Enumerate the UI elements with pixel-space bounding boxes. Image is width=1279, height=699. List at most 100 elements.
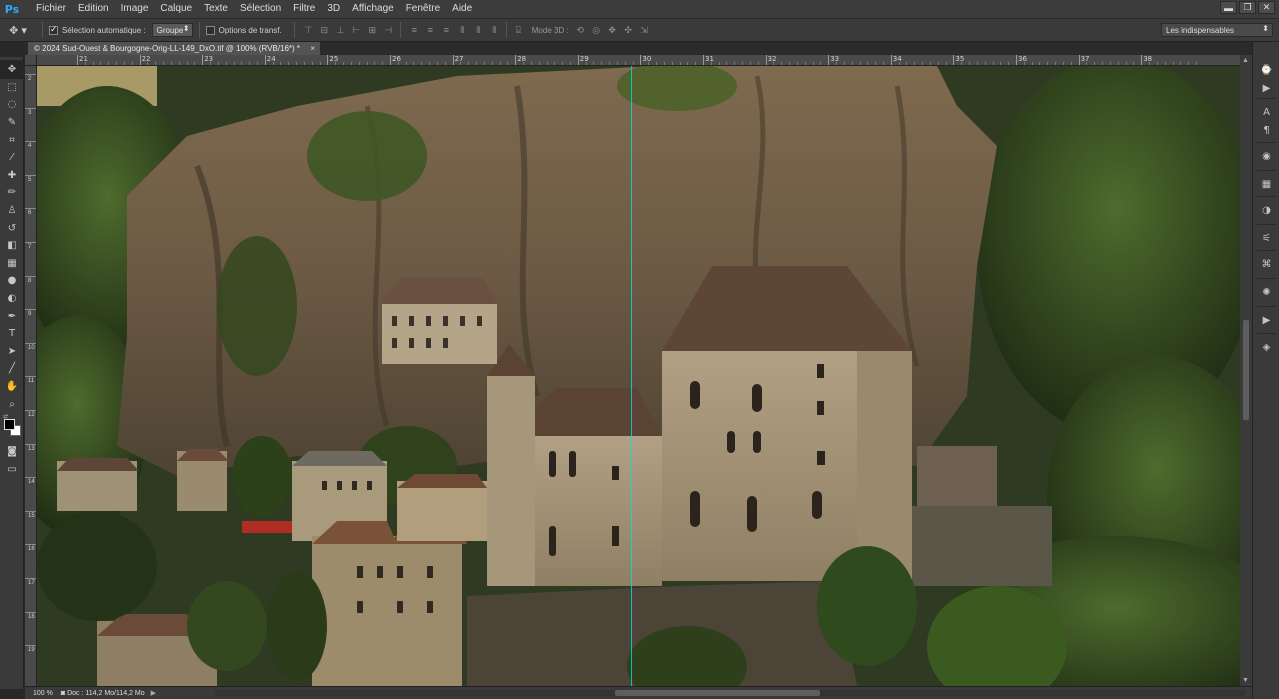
ruler-h-minor-tick	[288, 62, 290, 65]
adjustments-panel-icon[interactable]: ◑	[1258, 202, 1275, 218]
distribute-hcenter-icon[interactable]: ⦀	[473, 25, 484, 36]
vertical-guide[interactable]	[631, 66, 632, 686]
pen-tool-icon[interactable]: ✒	[0, 307, 24, 325]
auto-select-dropdown[interactable]: Groupe	[151, 23, 193, 37]
menu-aide[interactable]: Aide	[446, 0, 478, 18]
paragraph-panel-icon[interactable]: ¶	[1258, 122, 1275, 138]
align-vcenter-icon[interactable]: ⊟	[319, 25, 330, 36]
zoom-level[interactable]: 100 %	[25, 690, 61, 697]
lasso-tool-icon[interactable]: ◌	[0, 96, 24, 114]
ruler-h-minor-tick	[836, 62, 838, 65]
menu-filtre[interactable]: Filtre	[287, 0, 321, 18]
menu-edition[interactable]: Edition	[72, 0, 115, 18]
align-right-icon[interactable]: ⊣	[383, 25, 394, 36]
menu-fichier[interactable]: Fichier	[30, 0, 72, 18]
horizontal-scrollbar[interactable]	[215, 690, 1245, 696]
ruler-v-label: 9	[28, 311, 32, 318]
menu-texte[interactable]: Texte	[198, 0, 234, 18]
ruler-origin[interactable]	[25, 55, 37, 66]
healing-brush-tool-icon[interactable]: ✚	[0, 167, 24, 185]
character-panel-icon[interactable]: A	[1258, 104, 1275, 120]
horizontal-scroll-thumb[interactable]	[615, 690, 820, 696]
align-buttons: ⊤ ⊟ ⊥ ⊢ ⊞ ⊣	[303, 25, 394, 36]
eraser-tool-icon[interactable]: ◧	[0, 237, 24, 255]
divider	[198, 22, 200, 38]
close-button[interactable]: ✕	[1258, 1, 1275, 14]
close-tab-icon[interactable]: ×	[310, 42, 315, 55]
scroll-down-icon[interactable]: ▼	[1242, 677, 1249, 684]
menu-fenetre[interactable]: Fenêtre	[400, 0, 446, 18]
swatches-panel-icon[interactable]: ▦	[1258, 176, 1275, 192]
clone-stamp-tool-icon[interactable]: ♙	[0, 202, 24, 220]
document-canvas[interactable]	[37, 66, 1240, 686]
tool-preset-picker[interactable]: ✥ ▾	[0, 20, 36, 40]
ruler-h-minor-tick	[1133, 62, 1135, 65]
vertical-scrollbar[interactable]: ▲ ▼	[1240, 55, 1252, 686]
transform-controls-checkbox[interactable]	[205, 25, 215, 35]
pan-3d-icon[interactable]: ✥	[607, 25, 618, 36]
distribute-left-icon[interactable]: ⦀	[457, 25, 468, 36]
align-bottom-icon[interactable]: ⊥	[335, 25, 346, 36]
properties-panel-icon[interactable]: ⚟	[1258, 230, 1275, 246]
vertical-scroll-thumb[interactable]	[1243, 320, 1249, 420]
path-select-tool-icon[interactable]: ➤	[0, 343, 24, 361]
auto-select-checkbox[interactable]	[49, 24, 58, 35]
quick-select-tool-icon[interactable]: ✎	[0, 114, 24, 132]
color-panel-icon[interactable]: ◉	[1258, 148, 1275, 164]
align-top-icon[interactable]: ⊤	[303, 25, 314, 36]
brush-tool-icon[interactable]: ✏	[0, 184, 24, 202]
roll-3d-icon[interactable]: ◎	[591, 25, 602, 36]
menu-calque[interactable]: Calque	[154, 0, 198, 18]
ruler-h-minor-tick	[131, 62, 133, 65]
document-tab[interactable]: © 2024 Sud-Ouest & Bourgogne-Orig-LL-149…	[28, 42, 321, 55]
scale-3d-icon[interactable]: ⇲	[639, 25, 650, 36]
ruler-h-minor-tick	[812, 62, 814, 65]
distribute-right-icon[interactable]: ⦀	[489, 25, 500, 36]
menu-3d[interactable]: 3D	[321, 0, 346, 18]
move-tool-icon[interactable]: ✥	[0, 61, 24, 79]
align-left-icon[interactable]: ⊢	[351, 25, 362, 36]
distribute-top-icon[interactable]: ≡	[409, 25, 420, 36]
dodge-tool-icon[interactable]: ◐	[0, 290, 24, 308]
screen-mode-icon[interactable]: ▭	[0, 460, 24, 478]
marquee-tool-icon[interactable]: ⬚	[0, 79, 24, 97]
timeline-panel-icon[interactable]: ▶	[1258, 312, 1275, 328]
actions-panel-icon[interactable]: ▶	[1258, 80, 1275, 96]
line-tool-icon[interactable]: ╱	[0, 360, 24, 378]
distribute-bottom-icon[interactable]: ≡	[441, 25, 452, 36]
ruler-h-minor-tick	[1109, 62, 1111, 65]
foreground-color-swatch[interactable]	[4, 418, 15, 430]
minimize-button[interactable]: ▬	[1220, 1, 1237, 14]
doc-info-icon[interactable]: ◙	[61, 690, 65, 697]
status-menu-arrow[interactable]: ▶	[151, 689, 156, 697]
photoshop-logo: Ps	[4, 2, 20, 16]
workspace-dropdown[interactable]: Les indispensables	[1161, 23, 1273, 37]
restore-button[interactable]: ❐	[1239, 1, 1256, 14]
eyedropper-tool-icon[interactable]: ⁄	[0, 149, 24, 167]
ruler-h-minor-tick	[679, 62, 681, 65]
crop-tool-icon[interactable]: ⌗	[0, 131, 24, 149]
slide-3d-icon[interactable]: ✣	[623, 25, 634, 36]
blur-tool-icon[interactable]: ●	[0, 272, 24, 290]
auto-align-icon[interactable]: ⌸	[513, 25, 524, 36]
scroll-up-icon[interactable]: ▲	[1242, 57, 1249, 64]
distribute-vcenter-icon[interactable]: ≡	[425, 25, 436, 36]
orbit-3d-icon[interactable]: ⟲	[575, 25, 586, 36]
gradient-tool-icon[interactable]: ▦	[0, 255, 24, 273]
brush-panel-icon[interactable]: ⌘	[1258, 256, 1275, 272]
type-tool-icon[interactable]: T	[0, 325, 24, 343]
hand-tool-icon[interactable]: ✋	[0, 378, 24, 396]
horizontal-ruler[interactable]: 21 22 23 24 25 26 27 28 29 30 31 32 33 34 35 36 37 38	[37, 55, 1240, 66]
history-brush-tool-icon[interactable]: ↺	[0, 219, 24, 237]
zoom-tool-icon[interactable]: ⌕	[0, 395, 24, 413]
align-hcenter-icon[interactable]: ⊞	[367, 25, 378, 36]
ruler-h-label: 30	[642, 55, 652, 63]
menu-affichage[interactable]: Affichage	[346, 0, 400, 18]
menu-selection[interactable]: Sélection	[234, 0, 287, 18]
menu-image[interactable]: Image	[115, 0, 155, 18]
quick-mask-icon[interactable]: ◙	[0, 443, 24, 461]
styles-panel-icon[interactable]: ✺	[1258, 284, 1275, 300]
layers-panel-icon[interactable]: ◈	[1258, 339, 1275, 355]
vertical-ruler[interactable]: 2 3 4 5 6 7 8 9 10 11 12 13 14 15 16 17 18 19	[25, 66, 37, 686]
history-panel-icon[interactable]: ⌚	[1258, 62, 1275, 78]
